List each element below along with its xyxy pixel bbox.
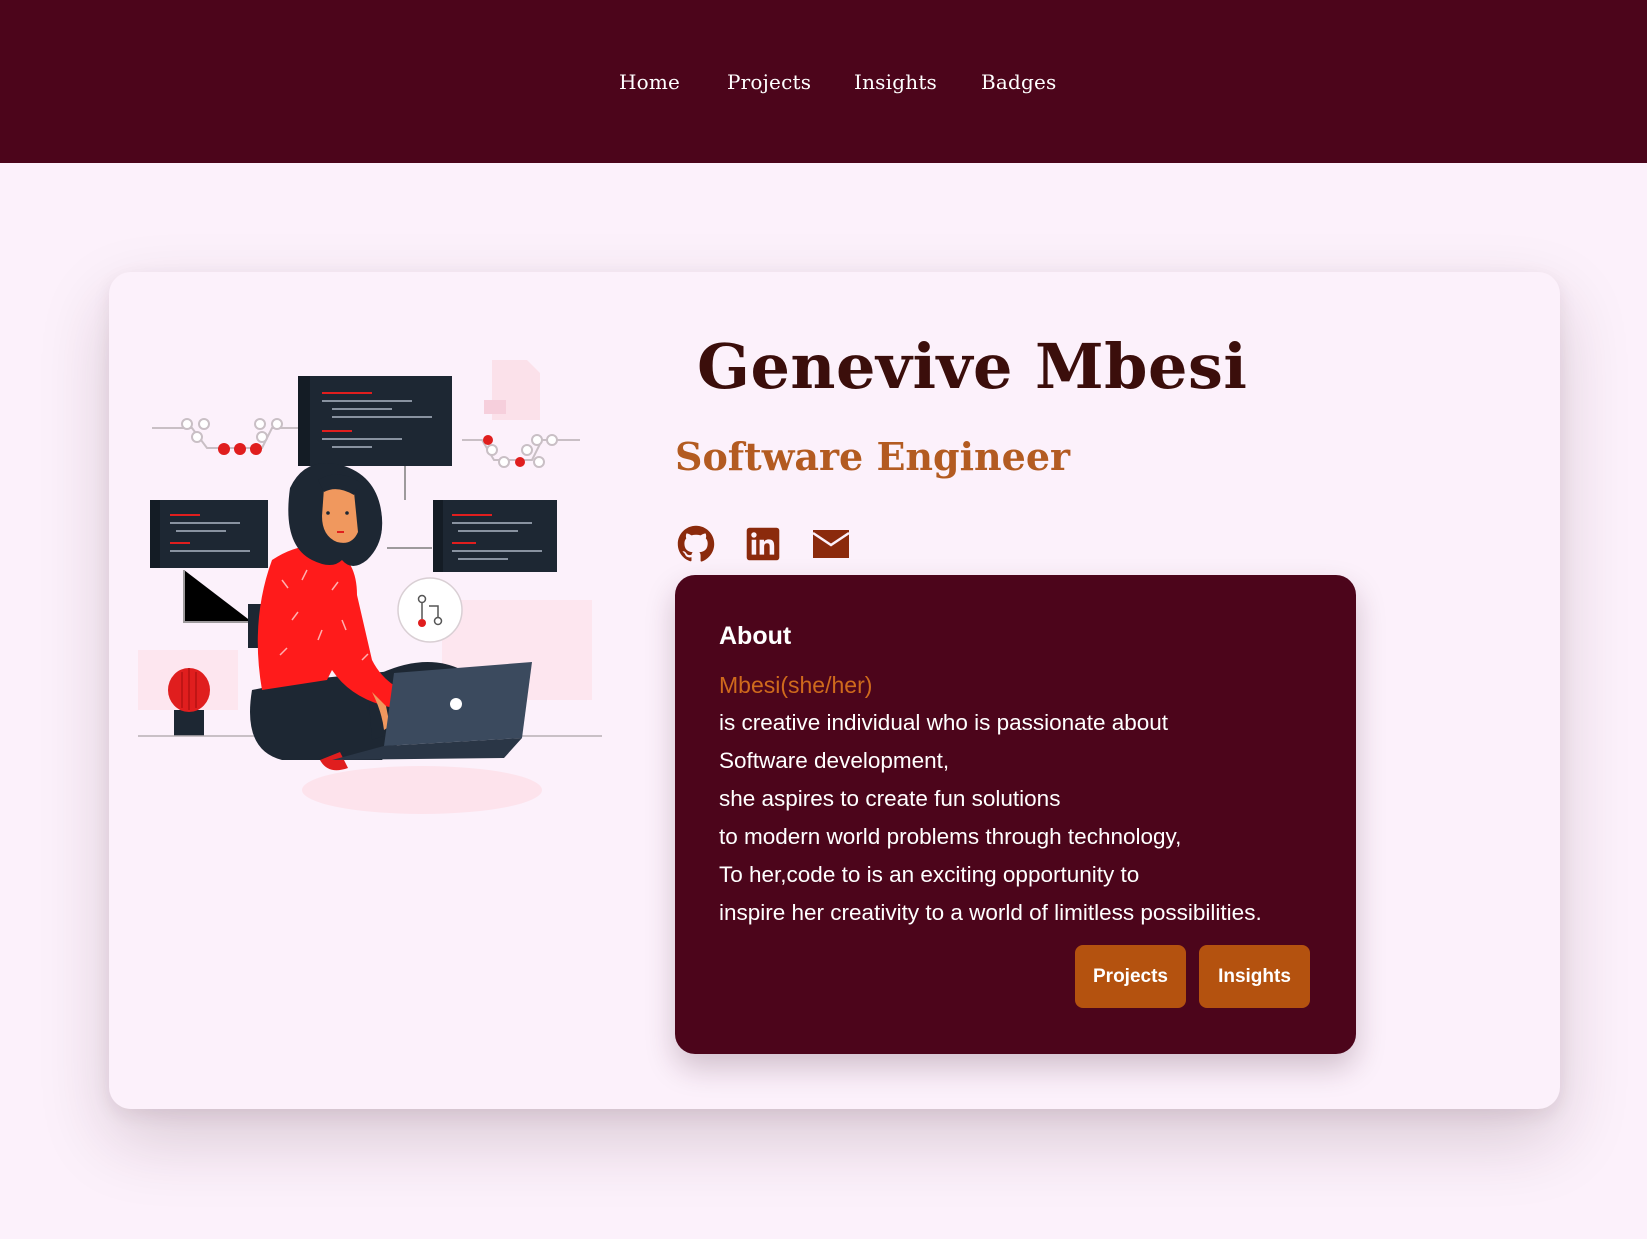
developer-illustration — [138, 360, 602, 814]
about-line-3: she aspires to create fun solutions — [719, 786, 1061, 811]
insights-button[interactable]: Insights — [1199, 945, 1310, 1008]
nav-badges-link[interactable]: Badges — [981, 72, 1057, 92]
about-pronoun: Mbesi(she/her) — [719, 672, 873, 698]
projects-button[interactable]: Projects — [1075, 945, 1186, 1008]
linkedin-link[interactable] — [743, 524, 783, 564]
about-line-2: Software development, — [719, 748, 950, 773]
profile-role: Software Engineer — [675, 434, 1071, 479]
github-icon — [677, 525, 715, 562]
about-title: About — [719, 622, 792, 650]
nav-home-link[interactable]: Home — [619, 72, 680, 92]
linkedin-icon — [746, 527, 780, 561]
nav-insights-link[interactable]: Insights — [854, 72, 937, 92]
email-link[interactable] — [811, 524, 851, 564]
about-line-5: To her,code to is an exciting opportunit… — [719, 862, 1140, 887]
nav-projects-link[interactable]: Projects — [727, 72, 811, 92]
about-line-4: to modern world problems through technol… — [719, 824, 1182, 849]
profile-name: Genevive Mbesi — [697, 330, 1248, 403]
about-panel: About Mbesi(she/her) is creative individ… — [675, 575, 1356, 1054]
about-line-1: is creative individual who is passionate… — [719, 710, 1169, 735]
email-icon — [812, 530, 850, 558]
github-link[interactable] — [676, 524, 716, 564]
top-navbar: Home Projects Insights Badges — [0, 0, 1647, 163]
about-line-6: inspire her creativity to a world of lim… — [719, 900, 1262, 925]
